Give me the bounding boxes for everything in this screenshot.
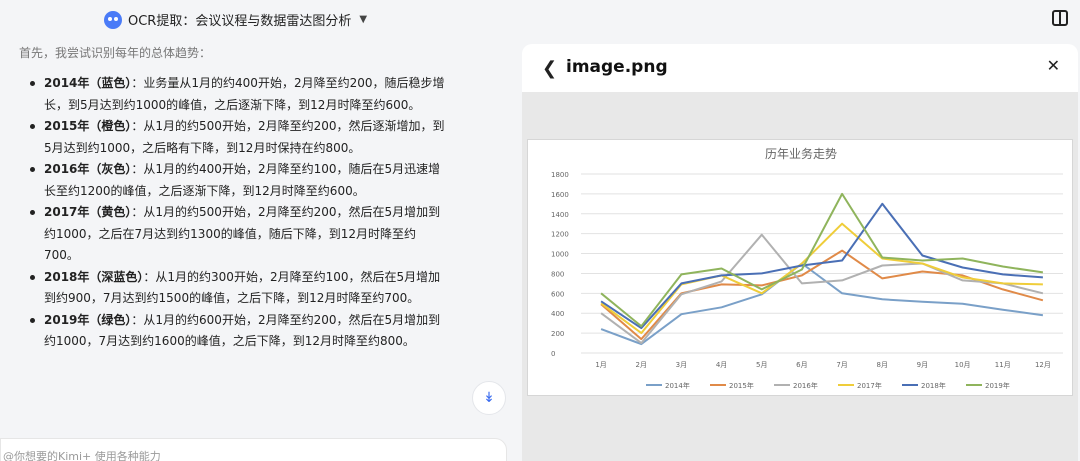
list-item-label: 2014年（蓝色） (44, 76, 132, 90)
x-tick-label: 2月 (636, 361, 647, 369)
trend-list: 2014年（蓝色）：业务量从1月的约400开始，2月降至约200，随后稳步增长，… (30, 73, 450, 353)
x-tick-label: 12月 (1035, 361, 1051, 369)
y-tick-label: 400 (551, 310, 564, 318)
y-tick-label: 1400 (551, 211, 569, 219)
x-tick-label: 4月 (716, 361, 727, 369)
list-item-label: 2016年（灰色） (44, 162, 132, 176)
x-tick-label: 9月 (917, 361, 928, 369)
list-item-label: 2019年（绿色） (44, 312, 132, 327)
list-item: 2019年（绿色）：从1月的约600开始，2月降至约200，然后在5月增加到约1… (30, 310, 450, 353)
x-tick-label: 3月 (676, 361, 687, 369)
y-tick-label: 1800 (551, 171, 569, 179)
scroll-to-bottom-button[interactable]: ↡ (472, 381, 506, 415)
x-tick-label: 10月 (955, 361, 971, 369)
chart-image: 历年业务走势 0 200 400 600 800 1000 1200 1400 1600 1800 1… (527, 139, 1073, 396)
list-item-label: 2018年（深蓝色） (44, 269, 144, 284)
legend-label: 2016年 (793, 381, 818, 390)
x-tick-label: 5月 (756, 361, 767, 369)
list-item: 2018年（深蓝色）：从1月的约300开始，2月降至约100，然后在5月增加到约… (30, 267, 450, 310)
split-view-icon[interactable] (1052, 10, 1068, 26)
legend-label: 2019年 (985, 381, 1010, 390)
line-chart: 历年业务走势 0 200 400 600 800 1000 1200 1400 1600 1800 1… (551, 146, 1063, 390)
series-line (600, 262, 1044, 346)
y-tick-label: 200 (551, 330, 564, 338)
y-tick-label: 800 (551, 270, 564, 278)
top-bar: OCR提取：会议议程与数据雷达图分析 ▼ (0, 0, 1080, 40)
conversation-title[interactable]: OCR提取：会议议程与数据雷达图分析 ▼ (104, 10, 367, 29)
preview-header: ❮ image.png ✕ (522, 44, 1078, 92)
double-chevron-down-icon: ↡ (483, 390, 495, 406)
app-window: OCR提取：会议议程与数据雷达图分析 ▼ 首先，我尝试识别每年的总体趋势： 20… (0, 0, 1080, 461)
x-tick-label: 1月 (595, 361, 606, 369)
chevron-down-icon[interactable]: ▼ (359, 14, 367, 25)
list-item: 2015年（橙色）：从1月的约500开始，2月降至约200，然后逐渐增加，到5月… (30, 116, 450, 159)
series-line (600, 233, 1044, 345)
preview-file-name: image.png (566, 57, 668, 77)
x-tick-label: 6月 (796, 361, 807, 369)
list-item-label: 2015年（橙色） (44, 119, 132, 133)
chat-intro-text: 首先，我尝试识别每年的总体趋势： (19, 46, 212, 60)
legend-label: 2018年 (921, 381, 946, 390)
y-tick-label: 1600 (551, 191, 569, 199)
list-item: 2014年（蓝色）：业务量从1月的约400开始，2月降至约200，随后稳步增长，… (30, 73, 450, 116)
conversation-title-text: OCR提取：会议议程与数据雷达图分析 (128, 14, 352, 29)
y-tick-label: 600 (551, 290, 564, 298)
legend-label: 2015年 (729, 381, 754, 390)
legend-label: 2017年 (857, 381, 882, 390)
kimi-logo-icon (104, 10, 122, 29)
list-item-label: 2017年（黄色） (44, 205, 132, 219)
chat-input-placeholder: @你想要的Kimi+ 使用各种能力 (3, 450, 161, 461)
chat-column: 首先，我尝试识别每年的总体趋势： 2014年（蓝色）：业务量从1月的约400开始… (0, 40, 460, 440)
close-icon[interactable]: ✕ (1047, 56, 1060, 75)
x-tick-label: 8月 (877, 361, 888, 369)
x-tick-label: 7月 (836, 361, 847, 369)
chat-input[interactable]: @你想要的Kimi+ 使用各种能力 (0, 438, 507, 461)
file-preview-panel: ❮ image.png ✕ 历年业务走势 0 200 400 600 800 1000 120… (522, 44, 1078, 461)
y-tick-label: 1000 (551, 251, 569, 259)
x-tick-label: 11月 (995, 361, 1011, 369)
y-tick-label: 1200 (551, 231, 569, 239)
back-arrow-icon[interactable]: ❮ (542, 58, 557, 79)
y-tick-label: 0 (551, 350, 555, 358)
list-item: 2017年（黄色）：从1月的约500开始，2月降至约200，然后在5月增加到约1… (30, 202, 450, 267)
list-item: 2016年（灰色）：从1月的约400开始，2月降至约100，随后在5月迅速增长至… (30, 159, 450, 202)
legend-label: 2014年 (665, 381, 690, 390)
chart-title: 历年业务走势 (765, 146, 837, 161)
